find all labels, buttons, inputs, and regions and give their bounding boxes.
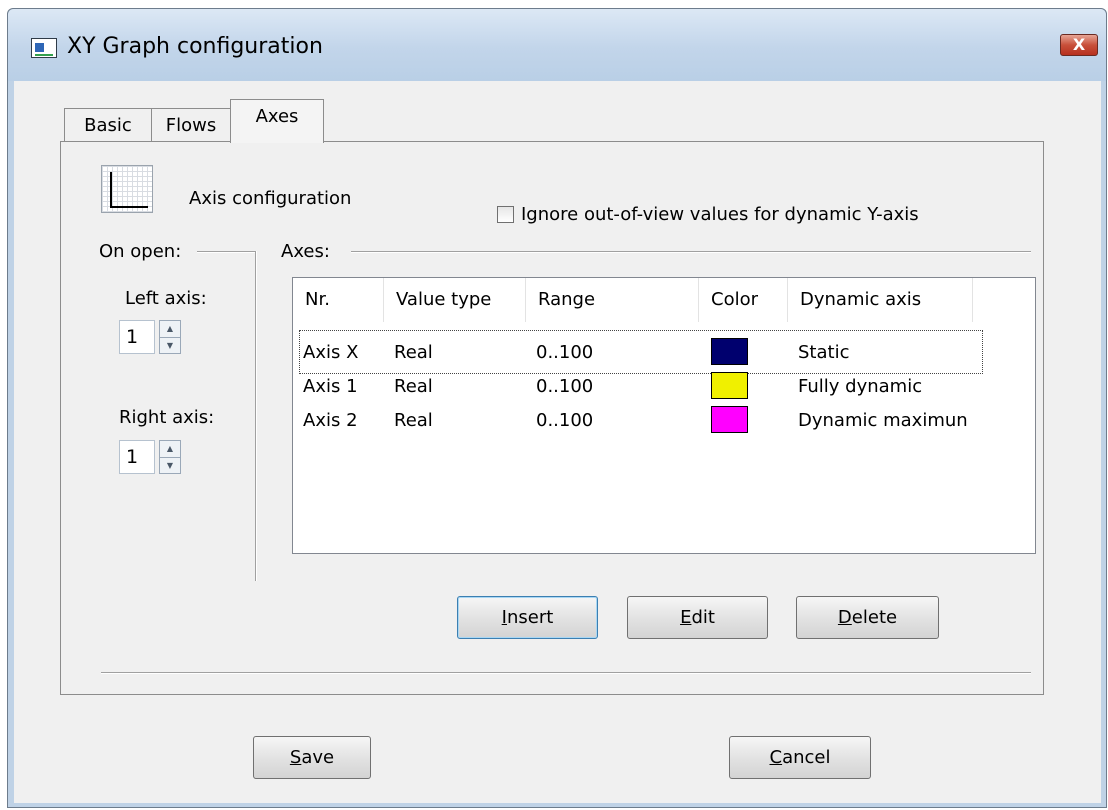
delete-button[interactable]: Delete — [796, 596, 939, 639]
cell-color — [699, 370, 788, 404]
axis-configuration-heading: Axis configuration — [189, 188, 352, 209]
cancel-button[interactable]: Cancel — [729, 736, 871, 779]
dialog-client-area: Basic Flows Axes Axis configuration Igno… — [14, 81, 1101, 803]
close-button[interactable]: X — [1060, 34, 1098, 56]
right-axis-spinner[interactable]: ▲ ▼ — [159, 440, 181, 474]
cell-value-type: Real — [394, 376, 433, 397]
column-header-color[interactable]: Color — [699, 278, 788, 322]
axes-group-label: Axes: — [281, 241, 330, 262]
cell-nr: Axis X — [303, 342, 359, 363]
column-header-nr[interactable]: Nr. — [293, 278, 384, 322]
tab-axes[interactable]: Axes — [230, 99, 324, 143]
spin-up-icon[interactable]: ▲ — [160, 441, 180, 457]
insert-button[interactable]: Insert — [457, 596, 598, 639]
spin-down-icon[interactable]: ▼ — [160, 457, 180, 474]
edit-button[interactable]: Edit — [627, 596, 768, 639]
left-axis-spinner[interactable]: ▲ ▼ — [159, 320, 181, 354]
cell-range: 0..100 — [536, 410, 594, 431]
axes-list-header: Nr. Value type Range Color Dynamic axis — [293, 278, 1035, 322]
right-axis-field[interactable]: 1 — [119, 440, 155, 474]
column-header-range[interactable]: Range — [526, 278, 699, 322]
axes-list[interactable]: Nr. Value type Range Color Dynamic axis … — [292, 277, 1036, 554]
cell-dynamic-axis: Dynamic maximun — [798, 410, 968, 431]
tab-basic[interactable]: Basic — [64, 108, 152, 141]
column-header-value-type[interactable]: Value type — [384, 278, 526, 322]
left-axis-label: Left axis: — [125, 288, 207, 309]
cell-nr: Axis 2 — [303, 410, 358, 431]
cell-range: 0..100 — [536, 342, 594, 363]
window-title: XY Graph configuration — [67, 34, 323, 59]
cell-dynamic-axis: Fully dynamic — [798, 376, 923, 397]
cell-color — [699, 336, 788, 370]
axes-tab-panel: Axis configuration Ignore out-of-view va… — [60, 141, 1044, 695]
ignore-out-of-view-label[interactable]: Ignore out-of-view values for dynamic Y-… — [521, 204, 919, 225]
color-swatch — [711, 372, 748, 399]
cell-nr: Axis 1 — [303, 376, 358, 397]
cell-value-type: Real — [394, 410, 433, 431]
column-header-dynamic-axis[interactable]: Dynamic axis — [788, 278, 973, 322]
table-row[interactable]: Axis 1 Real 0..100 Fully dynamic — [293, 370, 1035, 404]
on-open-group-label: On open: — [99, 241, 182, 262]
save-button[interactable]: Save — [253, 736, 371, 779]
table-row[interactable]: Axis X Real 0..100 Static — [293, 336, 1035, 370]
title-bar: XY Graph configuration X — [8, 9, 1106, 81]
axis-chart-icon — [101, 165, 153, 213]
axes-group-line — [351, 251, 1031, 253]
panel-bottom-separator — [101, 672, 1031, 674]
cell-value-type: Real — [394, 342, 433, 363]
on-open-group-divider — [255, 251, 257, 581]
cell-dynamic-axis: Static — [798, 342, 850, 363]
color-swatch — [711, 406, 748, 433]
on-open-group-line — [197, 251, 255, 253]
color-swatch — [711, 338, 748, 365]
ignore-out-of-view-checkbox[interactable] — [497, 206, 514, 223]
cell-range: 0..100 — [536, 376, 594, 397]
spin-up-icon[interactable]: ▲ — [160, 321, 180, 337]
spin-down-icon[interactable]: ▼ — [160, 337, 180, 354]
app-window-icon — [31, 38, 57, 58]
right-axis-label: Right axis: — [119, 407, 215, 428]
dialog-window: XY Graph configuration X Basic Flows Axe… — [7, 8, 1107, 808]
tab-flows[interactable]: Flows — [151, 108, 231, 141]
left-axis-field[interactable]: 1 — [119, 320, 155, 354]
table-row[interactable]: Axis 2 Real 0..100 Dynamic maximun — [293, 404, 1035, 438]
cell-color — [699, 404, 788, 438]
